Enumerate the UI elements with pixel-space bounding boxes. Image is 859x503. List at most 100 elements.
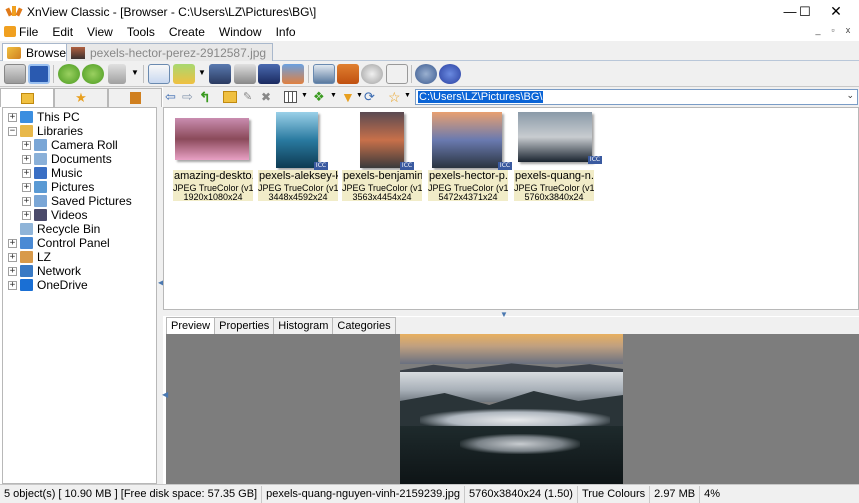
tree-item[interactable]: + Music (22, 166, 82, 180)
settings-gear-icon[interactable] (415, 64, 437, 84)
mdi-document-icon[interactable] (4, 26, 16, 37)
tree-expander-icon[interactable]: + (22, 210, 31, 220)
rotate-right-icon[interactable] (82, 64, 104, 84)
contact-sheet-icon[interactable] (386, 64, 408, 84)
tab-properties[interactable]: Properties (215, 317, 275, 334)
tree-expander-icon[interactable]: + (8, 280, 17, 290)
path-dropdown-icon[interactable]: ⌄ (846, 90, 854, 101)
path-input[interactable]: C:\Users\LZ\Pictures\BG\ ⌄ (415, 89, 858, 105)
tree-item[interactable]: + Saved Pictures (22, 194, 132, 208)
thumbnail-item[interactable]: ICC pexels-quang-n... JPEG TrueColor (v1.1… (514, 112, 602, 202)
capture-icon[interactable] (282, 64, 304, 84)
fullscreen-icon[interactable] (28, 64, 50, 84)
view-icon[interactable] (4, 64, 26, 84)
mdi-minimize-button[interactable]: _ (813, 25, 823, 35)
chevron-down-icon[interactable]: ▼ (330, 92, 337, 99)
tree-item[interactable]: + Control Panel (8, 236, 110, 250)
tab-image[interactable]: pexels-hector-perez-2912587.jpg (66, 43, 274, 61)
tree-expander-icon[interactable]: + (22, 154, 31, 164)
path-value: C:\Users\LZ\Pictures\BG\ (418, 91, 544, 103)
close-button[interactable]: ✕ (813, 0, 859, 23)
tree-item[interactable]: + Videos (22, 208, 87, 222)
tree-item[interactable]: + Documents (22, 152, 112, 166)
forward-icon[interactable]: ⇨ (182, 89, 198, 105)
info-icon[interactable] (439, 64, 461, 84)
browser-icon (7, 46, 21, 59)
tree-item[interactable]: + Pictures (22, 180, 94, 194)
tree-expander-icon[interactable]: + (22, 168, 31, 178)
batch-icon[interactable] (173, 64, 195, 84)
thumbnail-item[interactable]: ICC pexels-hector-p... JPEG TrueColor (v1.… (428, 112, 512, 202)
tree-expander-icon[interactable]: + (8, 238, 17, 248)
menu-view[interactable]: View (80, 25, 120, 39)
rename-icon[interactable]: ✎ (243, 89, 259, 105)
webpage-icon[interactable] (313, 64, 335, 84)
tree-expander-icon[interactable]: + (8, 266, 17, 276)
chevron-down-icon[interactable]: ▼ (301, 92, 308, 99)
compare-icon[interactable] (361, 64, 383, 84)
scan-icon[interactable] (258, 64, 280, 84)
menu-create[interactable]: Create (162, 25, 212, 39)
tree-expander-icon[interactable]: − (8, 126, 17, 136)
tree-item[interactable]: + Network (8, 264, 81, 278)
folder-tree[interactable]: + This PC − Libraries + Camera Roll + Documents… (2, 107, 157, 484)
mdi-close-button[interactable]: x (843, 25, 853, 35)
refresh-icon[interactable]: ⟳ (364, 89, 380, 105)
chevron-down-icon[interactable]: ▼ (198, 68, 206, 77)
delete-icon[interactable]: ✖ (261, 89, 277, 105)
tree-item[interactable]: + Camera Roll (22, 138, 118, 152)
thumbnail-caption: pexels-hector-p... JPEG TrueColor (v1.1 54… (428, 170, 508, 201)
new-folder-icon[interactable] (223, 91, 237, 103)
tree-expander-icon[interactable]: + (8, 252, 17, 262)
collapse-preview-left-icon[interactable]: ◀ (162, 390, 168, 399)
tree-expander-icon[interactable]: + (22, 140, 31, 150)
slideshow-icon[interactable] (108, 64, 126, 84)
thumbnail-dimensions: 5760x3840x24 (524, 192, 584, 202)
tab-categories[interactable] (108, 88, 162, 107)
wallpaper-icon[interactable] (337, 64, 359, 84)
menu-info[interactable]: Info (269, 25, 303, 39)
thumbnail-browser[interactable]: amazing-deskto... JPEG TrueColor (v1.1 192… (163, 107, 859, 310)
tab-folders[interactable] (0, 88, 54, 107)
up-folder-icon[interactable]: ↰ (199, 89, 215, 105)
mdi-restore-button[interactable]: ▫ (828, 25, 838, 35)
tree-expander-icon[interactable]: + (22, 196, 31, 206)
back-icon[interactable]: ⇦ (165, 89, 181, 105)
horizontal-splitter[interactable] (163, 310, 859, 316)
camera-roll-icon (34, 139, 47, 151)
tree-item[interactable]: − Libraries (8, 124, 83, 138)
view-mode-icon[interactable] (284, 91, 297, 103)
tree-item[interactable]: + OneDrive (8, 278, 88, 292)
tree-item[interactable]: Recycle Bin (8, 222, 100, 236)
chevron-down-icon[interactable]: ▼ (404, 92, 411, 99)
thumbnail-item[interactable]: amazing-deskto... JPEG TrueColor (v1.1 192… (173, 112, 253, 202)
convert-icon[interactable] (148, 64, 170, 84)
tab-histogram[interactable]: Histogram (274, 317, 334, 334)
control-panel-icon (20, 237, 33, 249)
tree-expander-icon[interactable]: + (8, 112, 17, 122)
image-tab-icon (71, 46, 85, 59)
find-icon[interactable] (209, 64, 231, 84)
rotate-left-icon[interactable] (58, 64, 80, 84)
chevron-down-icon[interactable]: ▼ (131, 68, 139, 77)
tree-item[interactable]: + LZ (8, 250, 51, 264)
thumbnail-dimensions: 3448x4592x24 (268, 192, 328, 202)
tab-categories-preview[interactable]: Categories (333, 317, 396, 334)
menu-tools[interactable]: Tools (120, 25, 162, 39)
status-colors: True Colours (578, 485, 651, 503)
menu-window[interactable]: Window (212, 25, 269, 39)
sort-icon[interactable]: ❖ (313, 89, 329, 105)
thumbnail-item[interactable]: ICCpexels-benjamin...JPEG TrueColor (v1.… (342, 112, 422, 202)
print-icon[interactable] (234, 64, 256, 84)
tree-expander-icon[interactable]: + (22, 182, 31, 192)
tab-favorites[interactable]: ★ (54, 88, 108, 107)
tree-item[interactable]: + This PC (8, 110, 80, 124)
tab-preview[interactable]: Preview (166, 317, 216, 334)
favorites-star-icon[interactable]: ☆ (388, 89, 404, 105)
filter-icon[interactable]: ▼ (341, 89, 357, 105)
favorites-icon: ★ (75, 90, 87, 105)
collapse-left-icon[interactable]: ◀ (158, 278, 164, 290)
thumbnail-item[interactable]: ICCpexels-aleksey-k...JPEG TrueColor (v1… (258, 112, 338, 202)
chevron-down-icon[interactable]: ▼ (356, 92, 363, 99)
menu-edit[interactable]: Edit (45, 25, 80, 39)
